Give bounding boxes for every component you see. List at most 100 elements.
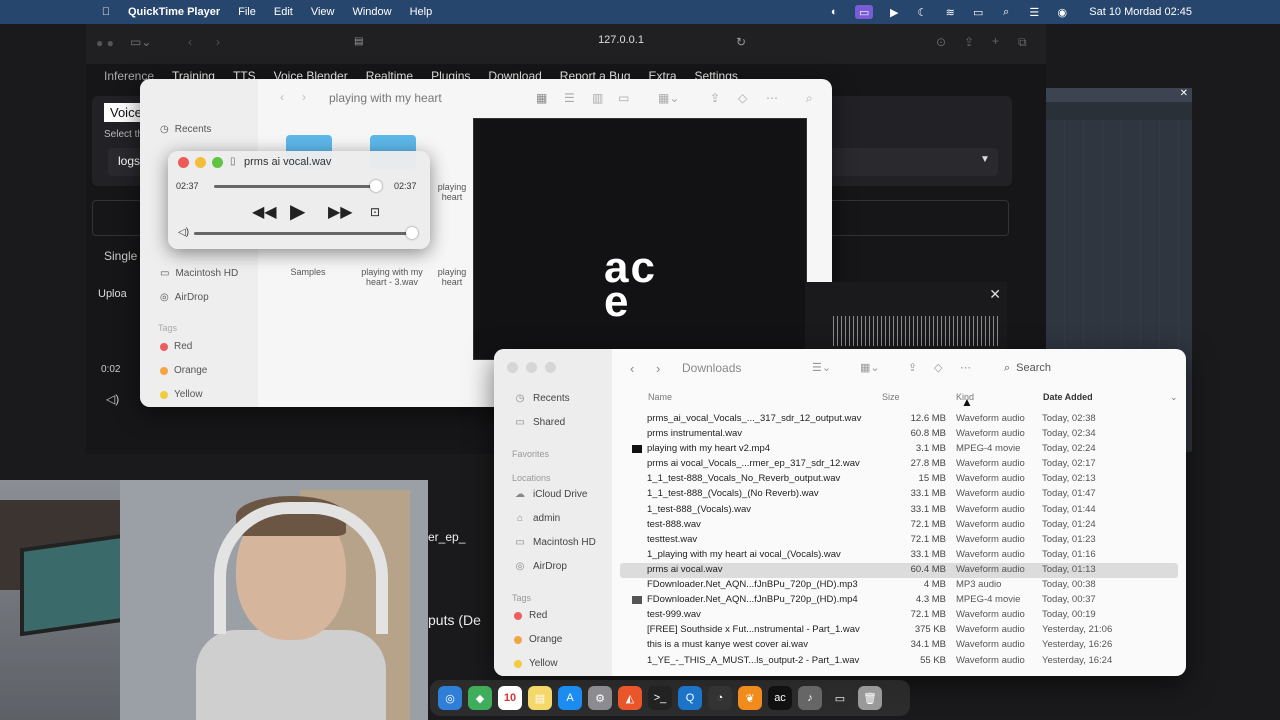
scrubber-knob[interactable] xyxy=(370,180,382,192)
playback-scrubber[interactable] xyxy=(214,185,382,188)
file-row[interactable]: FDownloader.Net_AQN...fJnBPu_720p_(HD).m… xyxy=(620,593,1178,608)
settings-icon[interactable]: ⚙ xyxy=(588,686,612,710)
address-bar[interactable]: 127.0.0.1 xyxy=(426,34,816,46)
screen-record-icon[interactable]: ▭ xyxy=(855,5,874,19)
sidebar-item-recents[interactable]: ◷ Recents xyxy=(514,393,570,404)
forward-icon[interactable]: › xyxy=(216,35,220,49)
sidebar-tag-orange[interactable]: Orange xyxy=(514,634,562,645)
activity-icon[interactable]: ◔ xyxy=(708,686,732,710)
column-header-date-added[interactable]: Date Added xyxy=(1043,392,1093,402)
back-icon[interactable]: ‹ xyxy=(188,35,192,49)
menu-help[interactable]: Help xyxy=(410,6,433,18)
menu-view[interactable]: View xyxy=(311,6,335,18)
new-tab-icon[interactable]: + xyxy=(992,34,999,48)
close-icon[interactable]: ✕ xyxy=(989,286,1001,303)
menu-edit[interactable]: Edit xyxy=(274,6,293,18)
ace-icon[interactable]: ac xyxy=(768,686,792,710)
share-icon[interactable]: ⇪ xyxy=(710,91,720,105)
column-view-icon[interactable]: ▥ xyxy=(592,91,603,105)
file-row[interactable]: testtest.wav 72.1 MB Waveform audio Today, … xyxy=(620,533,1178,548)
group-icon[interactable]: ▦⌄ xyxy=(860,361,880,374)
file-row[interactable]: prms ai vocal.wav 60.4 MB Waveform audio To… xyxy=(620,562,1178,579)
file-row[interactable]: FDownloader.Net_AQN...fJnBPu_720p_(HD).m… xyxy=(620,578,1178,593)
download-icon[interactable]: ⊙ xyxy=(936,35,946,49)
sidebar-item-shared[interactable]: ▭ Shared xyxy=(514,417,565,428)
volume-icon[interactable]: ◁) xyxy=(106,392,119,406)
maps-icon[interactable]: ◆ xyxy=(468,686,492,710)
sidebar-tag-yellow[interactable]: Yellow xyxy=(514,658,558,669)
rewind-icon[interactable]: ◀◀ xyxy=(252,202,277,222)
app-menu[interactable]: QuickTime Player xyxy=(128,6,220,18)
sidebar-toggle-icon[interactable]: ▭⌄ xyxy=(130,35,151,49)
tag-icon[interactable]: ◇ xyxy=(738,91,747,105)
focus-moon-icon[interactable]: ☾ xyxy=(915,5,929,19)
wifi-icon[interactable]: ≋ xyxy=(943,5,957,19)
reload-icon[interactable]: ↻ xyxy=(736,35,746,49)
tag-icon[interactable]: ◇ xyxy=(934,361,942,374)
tabs-overview-icon[interactable]: ⧉ xyxy=(1018,35,1027,50)
zoom-button[interactable] xyxy=(212,157,223,168)
file-row[interactable]: this is a must kanye west cover ai.wav 34… xyxy=(620,638,1178,653)
file-label[interactable]: playing heart xyxy=(430,182,474,202)
safari-icon[interactable]: ◎ xyxy=(438,686,462,710)
siri-icon[interactable]: ◉ xyxy=(1055,5,1069,19)
list-view-icon[interactable]: ☰ xyxy=(564,91,575,105)
minimize-button[interactable] xyxy=(195,157,206,168)
screen-icon[interactable]: ▭ xyxy=(828,686,852,710)
group-icon[interactable]: ▦⌄ xyxy=(658,91,679,105)
play-status-icon[interactable]: ▶ xyxy=(887,5,901,19)
tab-single[interactable]: Single xyxy=(104,249,137,263)
sort-chevron-icon[interactable]: ⌄ xyxy=(1170,392,1178,403)
list-view-icon[interactable]: ☰⌄ xyxy=(812,361,831,374)
sidebar-item-airdrop[interactable]: ◎ AirDrop xyxy=(160,292,209,303)
battery-icon[interactable]: ▭ xyxy=(971,5,985,19)
back-icon[interactable]: ‹ xyxy=(280,90,284,104)
app-store-icon[interactable]: A xyxy=(558,686,582,710)
share-icon[interactable]: ⇪ xyxy=(964,35,974,49)
minimize-button[interactable] xyxy=(526,362,537,373)
music-icon[interactable]: ♪ xyxy=(798,686,822,710)
sidebar-tag-yellow[interactable]: Yellow xyxy=(160,389,203,400)
file-row[interactable]: prms ai vocal_Vocals_...rmer_ep_317_sdr_… xyxy=(620,457,1178,472)
column-header-size[interactable]: Size xyxy=(882,392,900,402)
file-row[interactable]: prms instrumental.wav 60.8 MB Waveform aud… xyxy=(620,427,1178,442)
file-row[interactable]: 1_playing with my heart ai vocal_(Vocals… xyxy=(620,548,1178,563)
brave-icon[interactable]: ◭ xyxy=(618,686,642,710)
column-header-name[interactable]: Name xyxy=(648,392,672,402)
more-icon[interactable]: ⋯ xyxy=(960,361,971,374)
gallery-view-icon[interactable]: ▭ xyxy=(618,91,629,105)
zoom-button[interactable] xyxy=(545,362,556,373)
search-icon[interactable]: ⌕ xyxy=(999,5,1013,19)
menu-file[interactable]: File xyxy=(238,6,256,18)
quicktime-icon[interactable]: Q xyxy=(678,686,702,710)
file-label[interactable]: playing heart xyxy=(430,267,474,287)
search-field[interactable]: ⌕ Search xyxy=(1004,358,1174,378)
control-center-icon[interactable]: ☰ xyxy=(1027,5,1041,19)
trash-icon[interactable]: 🗑 xyxy=(858,686,882,710)
file-row[interactable]: 1_YE_-_THIS_A_MUST...ls_output-2 - Part_… xyxy=(620,654,1178,669)
forward-icon[interactable]: › xyxy=(302,90,306,104)
file-row[interactable]: test-888.wav 72.1 MB Waveform audio Today, … xyxy=(620,518,1178,533)
volume-slider[interactable] xyxy=(194,232,414,235)
sidebar-tag-red[interactable]: Red xyxy=(514,610,547,621)
file-label[interactable]: playing with my heart - 3.wav xyxy=(352,267,432,287)
sidebar-tag-red[interactable]: Red xyxy=(160,341,192,352)
close-button[interactable] xyxy=(178,157,189,168)
forward-icon[interactable]: › xyxy=(656,361,660,376)
apple-menu-icon[interactable]:  xyxy=(100,6,112,18)
sidebar-item-icloud[interactable]: ☁ iCloud Drive xyxy=(514,489,587,500)
play-icon[interactable]: ▶ xyxy=(290,199,305,224)
menu-window[interactable]: Window xyxy=(352,6,391,18)
close-button[interactable] xyxy=(507,362,518,373)
file-row[interactable]: 1_1_test-888_(Vocals)_(No Reverb).wav 33.… xyxy=(620,487,1178,502)
file-row[interactable]: prms_ai_vocal_Vocals_..._317_sdr_12_outp… xyxy=(620,412,1178,427)
file-row[interactable]: 1_test-888_(Vocals).wav 33.1 MB Waveform a… xyxy=(620,503,1178,518)
grid-view-icon[interactable]: ▦ xyxy=(536,91,547,105)
status-icon[interactable]: ◐ xyxy=(827,5,841,19)
sidebar-tag-orange[interactable]: Orange xyxy=(160,365,207,376)
back-icon[interactable]: ‹ xyxy=(630,361,634,376)
airplay-icon[interactable]: ⊡ xyxy=(370,205,380,219)
share-icon[interactable]: ⇪ xyxy=(908,361,917,374)
sidebar-item-macintosh-hd[interactable]: ▭ Macintosh HD xyxy=(160,268,238,279)
sidebar-item-recents[interactable]: ◷ Recents xyxy=(160,124,211,135)
